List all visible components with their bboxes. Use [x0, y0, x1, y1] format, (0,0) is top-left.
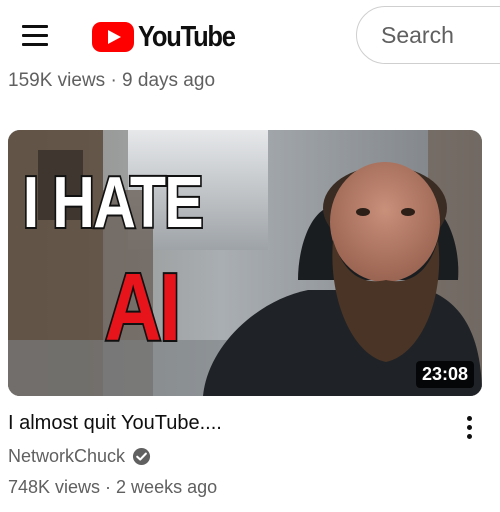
logo-text: YouTube [138, 20, 236, 53]
channel-row: NetworkChuck [8, 446, 151, 467]
more-options-icon[interactable] [460, 414, 480, 442]
youtube-logo-icon [92, 22, 134, 52]
search-input[interactable]: Search [356, 6, 500, 64]
thumbnail-text-bottom: AI [105, 254, 179, 361]
duration-badge: 23:08 [415, 361, 474, 388]
previous-video-meta: 159K views · 9 days ago [8, 70, 216, 91]
video-thumbnail[interactable]: I HATE AI 23:08 [8, 130, 482, 396]
verified-icon [132, 447, 151, 466]
search-placeholder: Search [381, 21, 454, 48]
video-meta: 748K views · 2 weeks ago [8, 477, 218, 497]
top-app-bar: YouTube Search [0, 0, 500, 70]
thumbnail-text-top: I HATE [23, 161, 202, 242]
channel-name[interactable]: NetworkChuck [8, 446, 125, 467]
thumbnail-image: I HATE AI [8, 130, 482, 396]
youtube-logo[interactable]: YouTube [92, 20, 248, 54]
video-title[interactable]: I almost quit YouTube.... [8, 412, 222, 435]
menu-icon[interactable] [20, 22, 50, 48]
